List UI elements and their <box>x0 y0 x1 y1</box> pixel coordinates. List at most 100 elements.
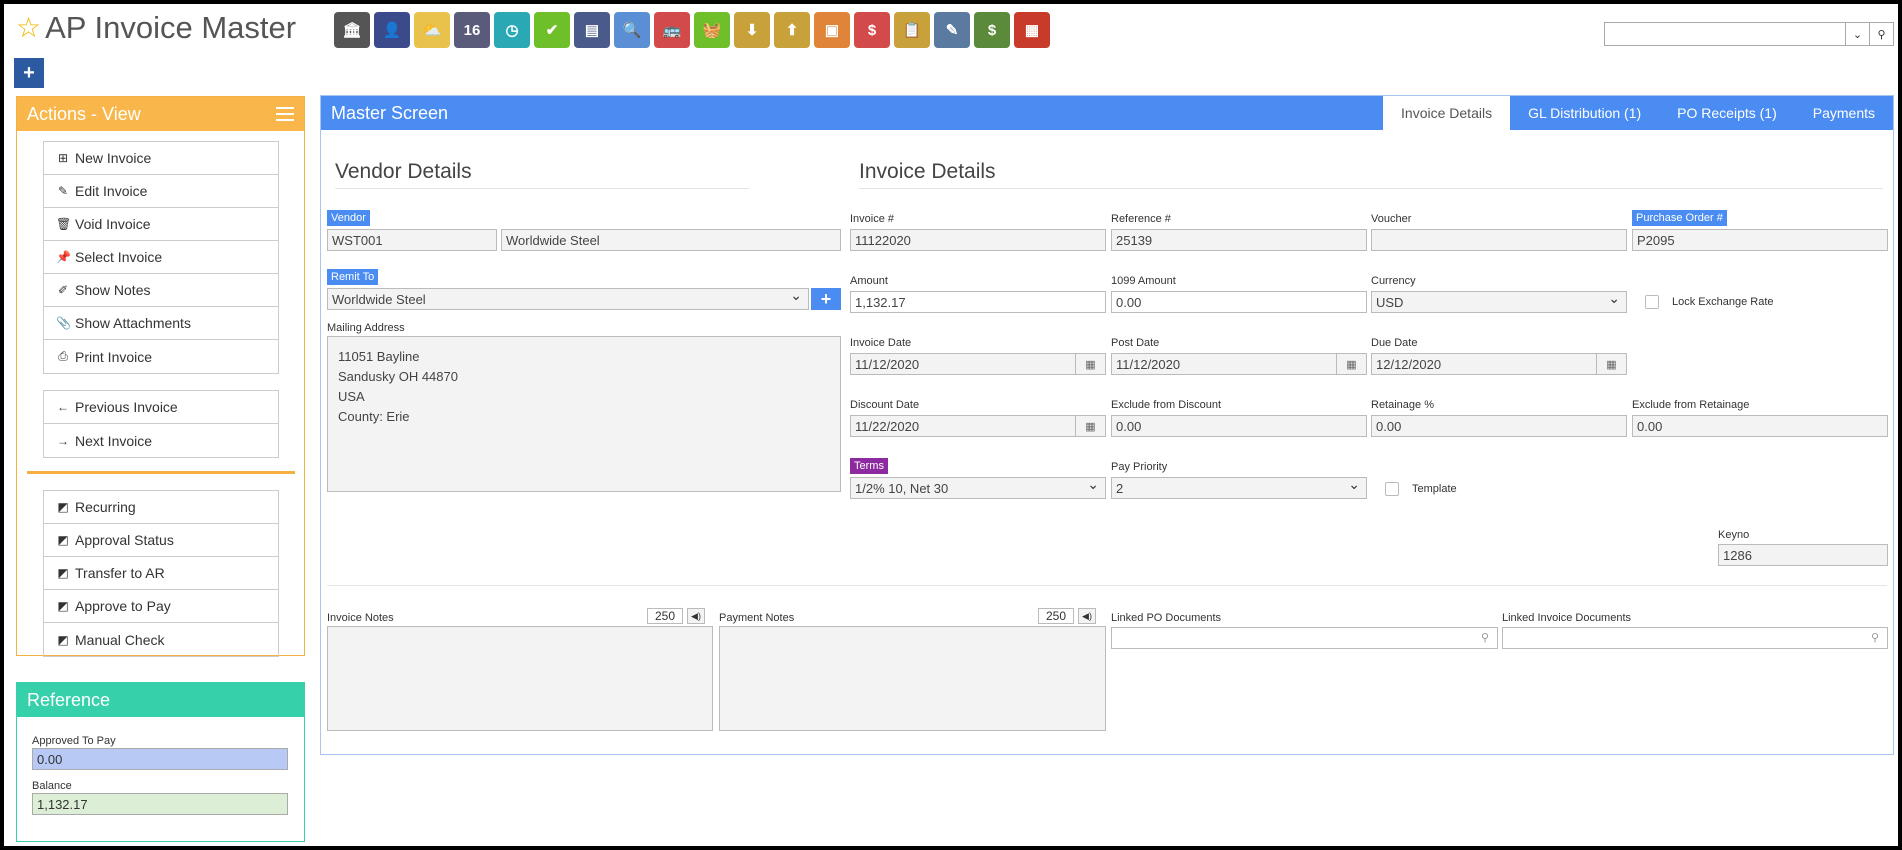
approved-to-pay-value: 0.00 <box>32 748 288 770</box>
voucher-field[interactable] <box>1371 229 1627 251</box>
invoice-number-field[interactable]: 11122020 <box>850 229 1106 251</box>
download-box-icon[interactable]: ⬇ <box>734 12 770 48</box>
payment-notes-label: Payment Notes <box>719 612 795 624</box>
amount-1099-field[interactable]: 0.00 <box>1111 291 1367 313</box>
linked-po-documents-label: Linked PO Documents <box>1111 612 1222 624</box>
lock-exchange-rate-checkbox[interactable] <box>1645 295 1659 309</box>
hamburger-menu-icon[interactable] <box>276 107 294 121</box>
due-date-value: 12/12/2020 <box>1376 357 1442 372</box>
magnifier-icon[interactable]: 🔍 <box>614 12 650 48</box>
calendar-icon[interactable]: ▦ <box>1336 354 1366 374</box>
pay-priority-select[interactable]: 2 <box>1111 477 1367 499</box>
action-edit-invoice[interactable]: ✎ Edit Invoice <box>44 175 278 208</box>
action-label: Void Invoice <box>75 216 151 232</box>
action-next-invoice[interactable]: → Next Invoice <box>44 424 278 457</box>
transfer-to-ar-icon: ◩ <box>57 566 69 580</box>
tab-po-receipts[interactable]: PO Receipts (1) <box>1659 96 1795 130</box>
action-approval-status[interactable]: ◩ Approval Status <box>44 524 278 557</box>
action-print-invoice[interactable]: ⎙ Print Invoice <box>44 340 278 373</box>
action-label: Approval Status <box>75 532 174 548</box>
terms-select[interactable]: 1/2% 10, Net 30 <box>850 477 1106 499</box>
speech-bubble-icon[interactable]: $ <box>854 12 890 48</box>
template-checkbox[interactable] <box>1385 482 1399 496</box>
search-icon[interactable]: ⚲ <box>1481 631 1489 644</box>
linked-po-documents-field[interactable]: ⚲ <box>1111 627 1498 649</box>
reference-number-field[interactable]: 25139 <box>1111 229 1367 251</box>
upload-box-icon[interactable]: ⬆ <box>774 12 810 48</box>
invoice-notes-field[interactable] <box>327 626 713 731</box>
search-icon[interactable]: ⚲ <box>1869 23 1893 45</box>
money-icon[interactable]: $ <box>974 12 1010 48</box>
remit-to-tag: Remit To <box>327 269 379 285</box>
currency-select[interactable]: USD <box>1371 291 1627 313</box>
action-show-attachments[interactable]: 📎 Show Attachments <box>44 307 278 340</box>
exclude-discount-field[interactable]: 0.00 <box>1111 415 1367 437</box>
pencil-icon[interactable]: ✎ <box>934 12 970 48</box>
checkmark-icon[interactable]: ✔ <box>534 12 570 48</box>
tab-invoice-details[interactable]: Invoice Details <box>1383 96 1511 130</box>
vendor-code-field[interactable]: WST001 <box>327 229 497 251</box>
action-manual-check[interactable]: ◩ Manual Check <box>44 623 278 656</box>
discount-date-field[interactable]: 11/22/2020 ▦ <box>850 415 1106 437</box>
bank-icon[interactable]: 🏛 <box>334 12 370 48</box>
weather-icon[interactable]: ⛅ <box>414 12 450 48</box>
search-icon[interactable]: ⚲ <box>1871 631 1879 644</box>
reference-number-label: Reference # <box>1111 213 1171 225</box>
action-label: Approve to Pay <box>75 598 171 614</box>
amount-field[interactable]: 1,132.17 <box>850 291 1106 313</box>
speaker-icon[interactable]: ◀) <box>687 608 705 624</box>
speaker-icon[interactable]: ◀) <box>1078 608 1096 624</box>
chevron-down-icon[interactable]: ⌄ <box>1845 23 1869 45</box>
actions-group-navigation: ← Previous Invoice → Next Invoice <box>43 390 279 458</box>
post-date-field[interactable]: 11/12/2020 ▦ <box>1111 353 1367 375</box>
payment-notes-field[interactable] <box>719 626 1106 731</box>
basket-icon[interactable]: 🧺 <box>694 12 730 48</box>
calendar-icon[interactable]: ▦ <box>1075 416 1105 436</box>
retainage-field[interactable]: 0.00 <box>1371 415 1627 437</box>
action-approve-to-pay[interactable]: ◩ Approve to Pay <box>44 590 278 623</box>
add-remit-button[interactable]: + <box>811 288 841 310</box>
cash-register-icon[interactable]: ▣ <box>814 12 850 48</box>
exclude-retainage-field[interactable]: 0.00 <box>1632 415 1888 437</box>
calendar-icon[interactable]: ▦ <box>1075 354 1105 374</box>
action-previous-invoice[interactable]: ← Previous Invoice <box>44 391 278 424</box>
action-transfer-to-ar[interactable]: ◩ Transfer to AR <box>44 557 278 590</box>
action-recurring[interactable]: ◩ Recurring <box>44 491 278 524</box>
register-icon[interactable]: ▤ <box>574 12 610 48</box>
calendar-icon[interactable]: 16 <box>454 12 490 48</box>
template-label: Template <box>1412 483 1457 495</box>
mailing-address-field[interactable]: 11051 Bayline Sandusky OH 44870 USA Coun… <box>327 336 841 492</box>
tab-gl-distribution[interactable]: GL Distribution (1) <box>1510 96 1659 130</box>
tab-payments[interactable]: Payments <box>1795 96 1893 130</box>
factory-icon[interactable]: ▦ <box>1014 12 1050 48</box>
clipboard-icon[interactable]: 📋 <box>894 12 930 48</box>
action-new-invoice[interactable]: ⊞ New Invoice <box>44 142 278 175</box>
search-input[interactable] <box>1605 23 1845 45</box>
favorite-star-icon[interactable]: ☆ <box>16 14 41 42</box>
calendar-icon[interactable]: ▦ <box>1596 354 1626 374</box>
clock-icon[interactable]: ◷ <box>494 12 530 48</box>
actions-group-workflow: ◩ Recurring ◩ Approval Status ◩ Transfer to A… <box>43 490 279 657</box>
invoice-date-label: Invoice Date <box>850 337 912 349</box>
action-label: Print Invoice <box>75 348 153 365</box>
user-icon[interactable]: 👤 <box>374 12 410 48</box>
approved-to-pay-label: Approved To Pay <box>32 735 116 747</box>
vendor-name-field[interactable]: Worldwide Steel <box>501 229 841 251</box>
action-label: Transfer to AR <box>75 565 165 581</box>
invoice-notes-counter: 250 <box>647 608 683 624</box>
action-show-notes[interactable]: ✐ Show Notes <box>44 274 278 307</box>
previous-invoice-icon: ← <box>57 400 69 414</box>
add-button[interactable]: + <box>14 58 44 88</box>
due-date-field[interactable]: 12/12/2020 ▦ <box>1371 353 1627 375</box>
bus-icon[interactable]: 🚌 <box>654 12 690 48</box>
linked-invoice-documents-field[interactable]: ⚲ <box>1502 627 1888 649</box>
action-select-invoice[interactable]: 📌 Select Invoice <box>44 241 278 274</box>
keyno-label: Keyno <box>1718 529 1750 541</box>
remit-to-select[interactable]: Worldwide Steel <box>327 288 809 310</box>
purchase-order-field[interactable]: P2095 <box>1632 229 1888 251</box>
action-void-invoice[interactable]: 🗑 Void Invoice <box>44 208 278 241</box>
invoice-date-field[interactable]: 11/12/2020 ▦ <box>850 353 1106 375</box>
edit-invoice-icon: ✎ <box>57 184 69 198</box>
balance-label: Balance <box>32 780 72 792</box>
action-label: Manual Check <box>75 631 165 648</box>
